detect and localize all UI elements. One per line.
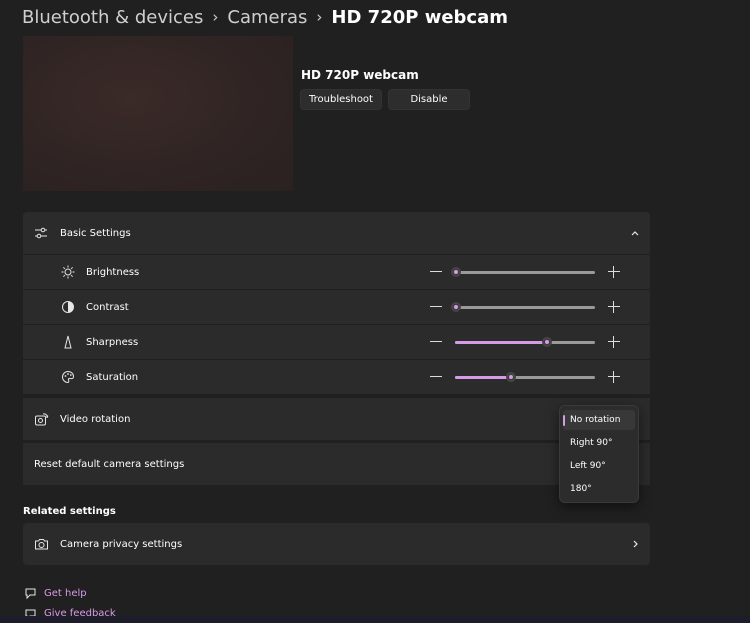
- camera-privacy-settings-label: Camera privacy settings: [60, 539, 183, 550]
- sharpness-slider-thumb[interactable]: [542, 337, 552, 347]
- contrast-decrease-button[interactable]: [430, 306, 442, 307]
- contrast-icon: [60, 299, 76, 315]
- breadcrumb: Bluetooth & devices › Cameras › HD 720P …: [22, 4, 508, 30]
- video-rotation-label: Video rotation: [60, 414, 131, 425]
- chevron-right-icon: ›: [316, 8, 323, 26]
- sharpness-row: Sharpness: [23, 325, 650, 359]
- sun-icon: [60, 264, 76, 280]
- reset-label: Reset default camera settings: [34, 459, 185, 470]
- sliders-icon: [33, 225, 49, 241]
- dropdown-option-180[interactable]: 180°: [563, 479, 635, 499]
- dropdown-option-left-90[interactable]: Left 90°: [563, 456, 635, 476]
- basic-settings-title: Basic Settings: [60, 228, 131, 239]
- brightness-slider-thumb[interactable]: [451, 267, 461, 277]
- page-title: HD 720P webcam: [331, 6, 508, 28]
- breadcrumb-cameras[interactable]: Cameras: [227, 7, 307, 28]
- contrast-slider-thumb[interactable]: [451, 302, 461, 312]
- dropdown-option-label: 180°: [570, 484, 592, 494]
- sharpness-increase-button[interactable]: [608, 336, 620, 348]
- sharpness-icon: [60, 334, 76, 350]
- saturation-label: Saturation: [86, 372, 139, 383]
- disable-button[interactable]: Disable: [388, 89, 470, 110]
- saturation-decrease-button[interactable]: [430, 376, 442, 377]
- selected-indicator: [563, 415, 565, 426]
- saturation-slider-fill: [455, 376, 510, 379]
- dropdown-option-right-90[interactable]: Right 90°: [563, 433, 635, 453]
- brightness-row: Brightness: [23, 255, 650, 289]
- brightness-increase-button[interactable]: [608, 266, 620, 278]
- camera-icon: [33, 536, 49, 552]
- reset-row: Reset default camera settings: [23, 443, 650, 485]
- contrast-label: Contrast: [86, 302, 129, 313]
- camera-preview: [23, 36, 293, 191]
- palette-icon: [60, 369, 76, 385]
- brightness-slider-track[interactable]: [455, 271, 595, 274]
- contrast-increase-button[interactable]: [608, 301, 620, 313]
- saturation-row: Saturation: [23, 360, 650, 394]
- sharpness-slider-fill: [455, 341, 546, 344]
- dropdown-option-label: No rotation: [570, 415, 621, 425]
- help-icon: [22, 585, 38, 601]
- chevron-right-icon: ›: [212, 8, 219, 26]
- chevron-up-icon[interactable]: [627, 225, 643, 241]
- dropdown-option-label: Right 90°: [570, 438, 613, 448]
- camera-rotate-icon: [33, 411, 49, 427]
- device-name: HD 720P webcam: [301, 68, 419, 82]
- get-help-link[interactable]: Get help: [44, 588, 87, 599]
- basic-settings-header[interactable]: Basic Settings: [23, 212, 650, 254]
- camera-privacy-settings-row[interactable]: Camera privacy settings: [23, 523, 650, 565]
- breadcrumb-bluetooth-devices[interactable]: Bluetooth & devices: [22, 7, 203, 28]
- contrast-slider-track[interactable]: [455, 306, 595, 309]
- dropdown-option-label: Left 90°: [570, 461, 606, 471]
- video-rotation-dropdown: No rotation Right 90° Left 90° 180°: [559, 405, 639, 503]
- sharpness-decrease-button[interactable]: [430, 341, 442, 342]
- chevron-right-icon: [627, 536, 643, 552]
- brightness-decrease-button[interactable]: [430, 271, 442, 272]
- taskbar-edge: [0, 616, 750, 623]
- related-settings-title: Related settings: [23, 506, 116, 517]
- brightness-label: Brightness: [86, 267, 140, 278]
- saturation-increase-button[interactable]: [608, 371, 620, 383]
- contrast-row: Contrast: [23, 290, 650, 324]
- video-rotation-row: Video rotation: [23, 398, 650, 440]
- troubleshoot-button[interactable]: Troubleshoot: [300, 89, 382, 110]
- saturation-slider-thumb[interactable]: [505, 372, 516, 382]
- sharpness-label: Sharpness: [86, 337, 139, 348]
- dropdown-option-no-rotation[interactable]: No rotation: [563, 410, 635, 430]
